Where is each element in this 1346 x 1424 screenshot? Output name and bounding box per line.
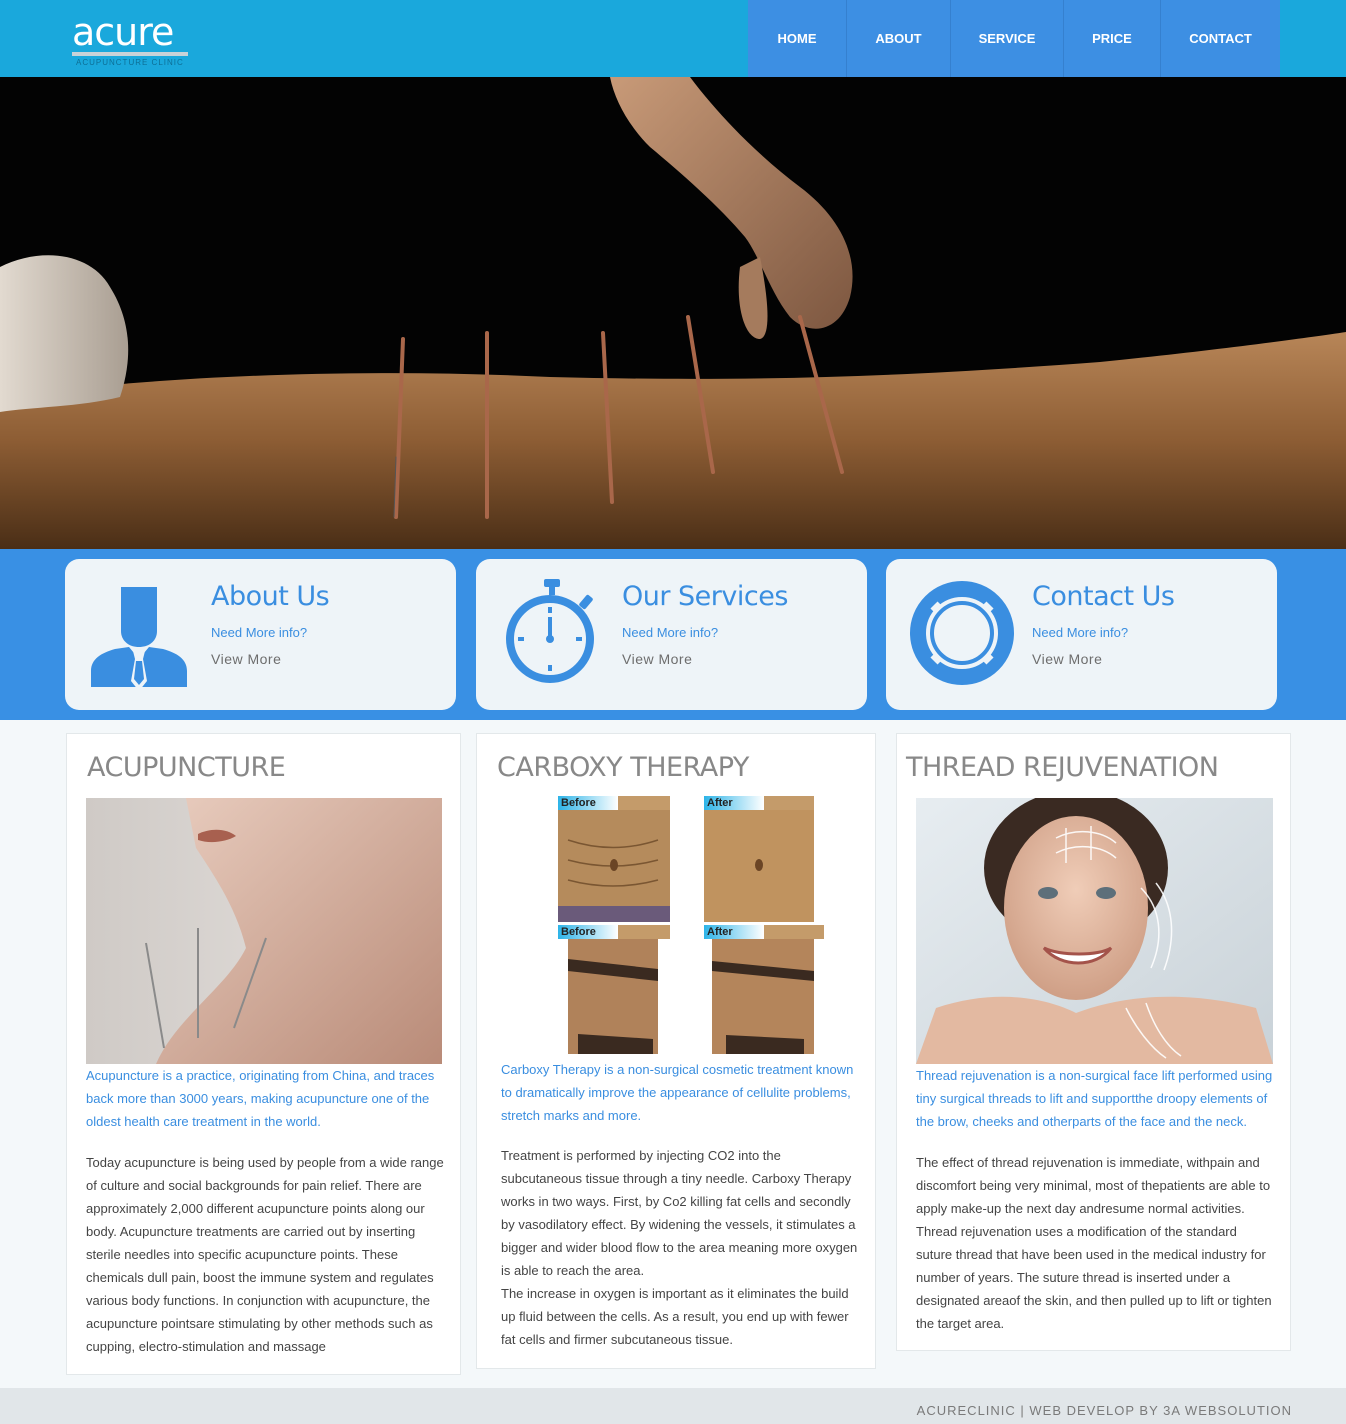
view-more-link[interactable]: View More	[622, 651, 692, 667]
section-acupuncture: ACUPUNCTURE Acupuncture is a practice, o…	[66, 733, 461, 1375]
footer-credits: ACURECLINIC | WEB DEVELOP BY 3A WEBSOLUT…	[916, 1403, 1292, 1418]
logo-wordmark: acure	[72, 10, 174, 54]
before-label: Before	[558, 796, 618, 810]
section-body: Treatment is performed by injecting CO2 …	[501, 1148, 858, 1278]
main-nav: HOME ABOUT SERVICE PRICE CONTACT	[748, 0, 1280, 77]
before-photo-belly: Before	[558, 796, 670, 922]
after-photo-waist: After	[704, 925, 824, 1054]
acupuncture-photo	[86, 798, 442, 1064]
nav-about[interactable]: ABOUT	[847, 0, 951, 77]
lifebuoy-icon	[910, 581, 1014, 687]
before-photo-waist: Before	[558, 925, 670, 1054]
feature-card-services[interactable]: Our Services Need More info? View More	[476, 559, 867, 710]
section-lead: Thread rejuvenation is a non-surgical fa…	[916, 1068, 1273, 1129]
after-label: After	[704, 925, 764, 939]
logo-tagline: ACUPUNCTURE CLINIC	[76, 58, 184, 67]
section-thread-rejuvenation: THREAD REJUVENATION Thread rejuvenation …	[896, 733, 1291, 1351]
section-body-continued: The increase in oxygen is important as i…	[501, 1286, 849, 1347]
before-label: Before	[558, 925, 618, 939]
hero-banner-image	[0, 77, 1346, 549]
section-title: THREAD REJUVENATION	[906, 752, 1219, 783]
user-icon	[89, 581, 189, 691]
view-more-link[interactable]: View More	[211, 651, 281, 667]
stopwatch-icon	[504, 577, 604, 683]
thread-rejuvenation-photo	[916, 798, 1273, 1064]
nav-price[interactable]: PRICE	[1064, 0, 1161, 77]
site-footer: ACURECLINIC | WEB DEVELOP BY 3A WEBSOLUT…	[0, 1388, 1346, 1424]
feature-title: Our Services	[622, 581, 788, 612]
section-title: CARBOXY THERAPY	[497, 752, 749, 783]
feature-card-contact[interactable]: Contact Us Need More info? View More	[886, 559, 1277, 710]
feature-title: Contact Us	[1032, 581, 1175, 612]
nav-contact[interactable]: CONTACT	[1161, 0, 1280, 77]
section-carboxy-therapy: CARBOXY THERAPY Before After Before Afte…	[476, 733, 876, 1369]
section-body: Today acupuncture is being used by peopl…	[86, 1155, 444, 1354]
nav-home[interactable]: HOME	[748, 0, 847, 77]
site-header: acure ACUPUNCTURE CLINIC HOME ABOUT SERV…	[0, 0, 1346, 77]
section-lead: Acupuncture is a practice, originating f…	[86, 1068, 435, 1129]
feature-subtitle: Need More info?	[1032, 625, 1129, 640]
site-logo[interactable]: acure ACUPUNCTURE CLINIC	[72, 12, 192, 67]
feature-subtitle: Need More info?	[622, 625, 719, 640]
feature-band: About Us Need More info? View More Our S…	[0, 549, 1346, 720]
nav-service[interactable]: SERVICE	[951, 0, 1064, 77]
view-more-link[interactable]: View More	[1032, 651, 1102, 667]
section-body: The effect of thread rejuvenation is imm…	[916, 1155, 1272, 1331]
feature-subtitle: Need More info?	[211, 625, 308, 640]
section-lead: Carboxy Therapy is a non-surgical cosmet…	[501, 1062, 854, 1123]
after-label: After	[704, 796, 764, 810]
feature-card-about[interactable]: About Us Need More info? View More	[65, 559, 456, 710]
feature-title: About Us	[211, 581, 330, 612]
section-title: ACUPUNCTURE	[87, 752, 286, 783]
after-photo-belly: After	[704, 796, 814, 922]
